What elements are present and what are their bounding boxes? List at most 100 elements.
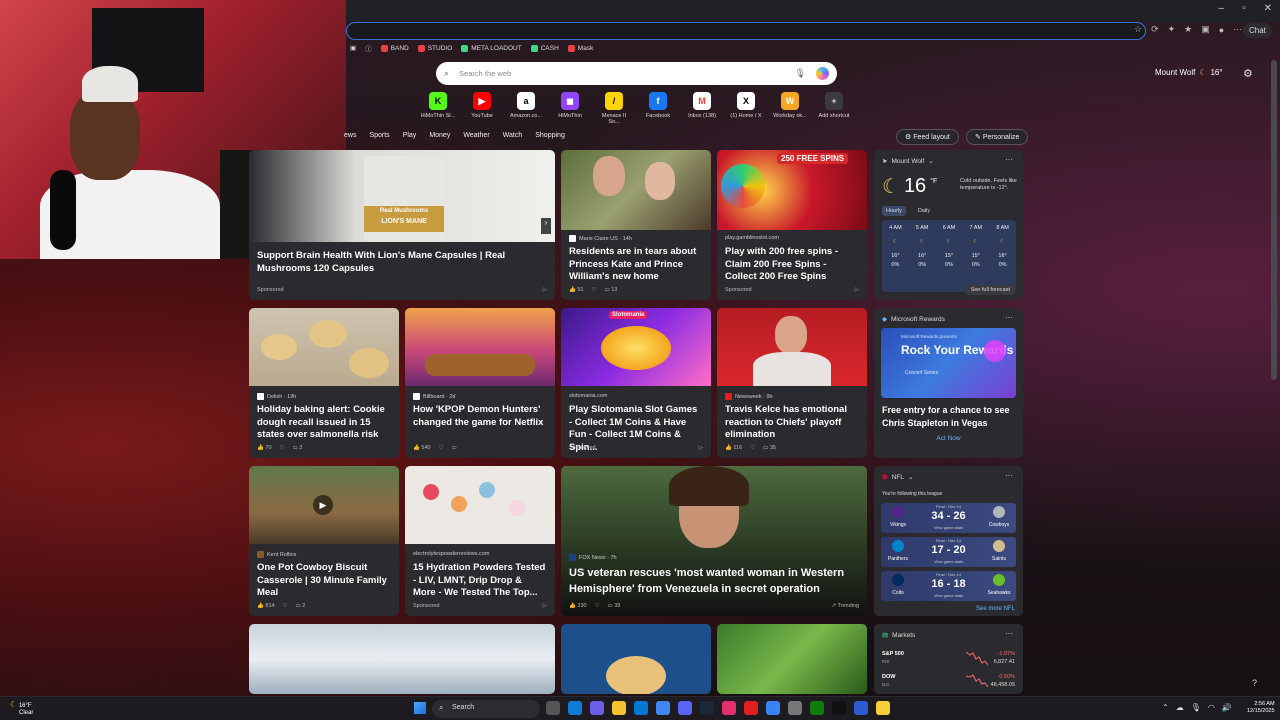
xbox-icon[interactable] xyxy=(810,701,824,715)
discord-icon[interactable] xyxy=(678,701,692,715)
rewards-widget[interactable]: ◆ Microsoft Rewards ⋯ Microsoft Rewards p… xyxy=(874,308,1023,458)
opera-icon[interactable] xyxy=(744,701,758,715)
mic-icon[interactable]: 🎙 xyxy=(1191,703,1201,712)
wifi-icon[interactable]: ◠ xyxy=(1208,703,1215,712)
edge-icon[interactable] xyxy=(568,701,582,715)
refresh-icon[interactable]: ⟳ xyxy=(1151,24,1159,35)
flag-icon[interactable]: ▷ xyxy=(543,287,547,293)
volume-icon[interactable]: 🔊 xyxy=(1222,703,1232,712)
settings-icon[interactable] xyxy=(788,701,802,715)
microphone-icon[interactable]: 🎙 xyxy=(795,68,806,79)
shortcut-item[interactable]: f Facebook xyxy=(640,92,676,125)
shortcut-item[interactable]: / Menace II So... xyxy=(596,92,632,125)
favorites-icon[interactable]: ★ xyxy=(1184,24,1192,35)
card-cowboy-casserole[interactable]: ▶ Kent Rollins One Pot Cowboy Biscuit Ca… xyxy=(249,466,399,616)
card-free-spins[interactable]: 250 FREE SPINS play.gamblinoslot.com Pla… xyxy=(717,150,867,300)
card-slotomania[interactable]: Slotomania slotomania.com Play Slotomani… xyxy=(561,308,711,458)
dislike-icon[interactable]: ♡ xyxy=(750,445,755,451)
bookmark-item[interactable]: META LOADOUT xyxy=(461,44,522,52)
flag-icon[interactable]: ▷ xyxy=(855,287,859,293)
cloud-icon[interactable]: ☁ xyxy=(1176,703,1184,712)
card-travis-kelce[interactable]: Newsweek · 9h Travis Kelce has emotional… xyxy=(717,308,867,458)
info-icon[interactable]: ⓘ xyxy=(365,43,372,53)
feed-layout-button[interactable]: ⚙ Feed layout xyxy=(896,129,959,145)
taskbar-search[interactable]: ⌕ Search xyxy=(432,700,540,718)
game-vikings-cowboys[interactable]: Final · Dec 14 34 - 26 View game stats V… xyxy=(881,503,1016,533)
web-search-box[interactable]: ⌕ Search the web 🎙 xyxy=(436,62,837,85)
dislike-icon[interactable]: ♡ xyxy=(280,445,285,451)
tab-daily[interactable]: Daily xyxy=(914,206,934,216)
help-icon[interactable]: ? xyxy=(1252,678,1257,688)
chevron-down-icon[interactable]: ⌄ xyxy=(928,157,933,165)
instagram-icon[interactable] xyxy=(722,701,736,715)
extensions-icon[interactable]: ✦ xyxy=(1168,24,1176,35)
more-options-icon[interactable]: ⋯ xyxy=(1005,155,1013,164)
shortcut-item[interactable]: X (1) Home / X xyxy=(728,92,764,125)
flag-icon[interactable]: ▷ xyxy=(543,603,547,609)
bookmark-item[interactable]: CASH xyxy=(530,44,559,52)
nav-item[interactable]: Sports xyxy=(369,132,389,139)
file-explorer-icon[interactable] xyxy=(612,701,626,715)
act-now-link[interactable]: Act Now xyxy=(874,435,1023,442)
like-icon[interactable]: 👍 70 xyxy=(257,445,272,451)
header-weather[interactable]: Mount Wolf ☾ 16° xyxy=(1155,68,1223,77)
nav-item[interactable]: Shopping xyxy=(535,132,565,139)
taskbar-clock[interactable]: 2:56 AM 12/15/2025 xyxy=(1247,701,1275,715)
collections-icon[interactable]: ▣ xyxy=(1201,24,1210,35)
card-kpop-demon-hunters[interactable]: Billboard · 2d How 'KPOP Demon Hunters' … xyxy=(405,308,555,458)
dislike-icon[interactable]: ♡ xyxy=(439,445,444,451)
more-options-icon[interactable]: ⋯ xyxy=(1005,629,1013,638)
obs-icon[interactable] xyxy=(854,701,868,715)
nfl-widget[interactable]: ⬢ NFL ⌄ ⋯ You're following this league Fin… xyxy=(874,466,1023,616)
copilot-chat-button[interactable]: Chat xyxy=(1243,23,1272,38)
shortcut-item[interactable]: a Amazon.co... xyxy=(508,92,544,125)
nav-item[interactable]: Play xyxy=(403,132,417,139)
chevron-down-icon[interactable]: ⌄ xyxy=(908,473,913,481)
profile-avatar-icon[interactable]: ● xyxy=(1219,25,1224,35)
bookmark-icon[interactable]: ▣ xyxy=(350,44,356,52)
settings-gear-icon[interactable]: ⚙ xyxy=(1243,67,1253,80)
comment-icon[interactable]: ▭ 3 xyxy=(292,445,302,451)
like-icon[interactable]: 👍 330 xyxy=(569,603,587,609)
store-icon[interactable] xyxy=(634,701,648,715)
copilot-icon[interactable] xyxy=(816,67,829,80)
copilot-icon[interactable] xyxy=(590,701,604,715)
shortcut-item[interactable]: ▶ YouTube xyxy=(464,92,500,125)
shortcut-item[interactable]: M Inbox (138) xyxy=(684,92,720,125)
card-water-slide[interactable] xyxy=(717,624,867,694)
nav-item[interactable]: ews xyxy=(344,132,356,139)
nav-item[interactable]: Money xyxy=(429,132,450,139)
market-row-sp500[interactable]: S&P 500 INX -1.07% 6,827.41 xyxy=(882,648,1015,670)
task-view-icon[interactable] xyxy=(546,701,560,715)
bookmark-item[interactable]: Mask xyxy=(567,44,593,52)
card-lions-mane[interactable]: Real Mushrooms LION'S MANE › Support Bra… xyxy=(249,150,555,300)
play-icon[interactable]: ▶ xyxy=(313,495,333,515)
battlenet-icon[interactable] xyxy=(766,701,780,715)
game-colts-seahawks[interactable]: Final · Dec 14 16 - 18 View game stats C… xyxy=(881,571,1016,601)
card-food-bowl[interactable] xyxy=(561,624,711,694)
bookmark-item[interactable]: STUDIO xyxy=(417,44,452,52)
game-panthers-saints[interactable]: Final · Dec 14 17 - 20 View game stats P… xyxy=(881,537,1016,567)
address-bar[interactable] xyxy=(346,22,1146,40)
search-placeholder[interactable]: Search the web xyxy=(459,69,795,78)
card-cookie-recall[interactable]: Delish · 19h Holiday baking alert: Cooki… xyxy=(249,308,399,458)
chrome-icon[interactable] xyxy=(656,701,670,715)
personalize-button[interactable]: ✎ Personalize xyxy=(966,129,1029,145)
more-options-icon[interactable]: ⋯ xyxy=(1005,313,1013,322)
comment-icon[interactable]: ▭ 2 xyxy=(296,603,306,609)
taskbar-weather[interactable]: ☾ 16°F Clear xyxy=(10,701,33,717)
shortcut-item[interactable]: ◼ HiMoThin xyxy=(552,92,588,125)
comment-icon[interactable]: ▭ 35 xyxy=(763,445,776,451)
like-icon[interactable]: 👍 91 xyxy=(569,287,584,293)
nav-item[interactable]: Weather xyxy=(463,132,489,139)
bookmark-item[interactable]: BAND xyxy=(380,44,409,52)
market-row-dow[interactable]: DOW DJI -0.50% 48,458.05 xyxy=(882,671,1015,693)
markets-widget[interactable]: ▤ Markets ⋯ S&P 500 INX -1.07% 6,827.41 D… xyxy=(874,624,1023,694)
like-icon[interactable]: 👍 814 xyxy=(257,603,275,609)
steam-icon[interactable] xyxy=(700,701,714,715)
card-hydration-powders[interactable]: electrolytespowderreviews.com 15 Hydrati… xyxy=(405,466,555,616)
dislike-icon[interactable]: ♡ xyxy=(592,287,597,293)
start-button-icon[interactable] xyxy=(414,702,426,714)
chevron-up-icon[interactable]: ⌃ xyxy=(1162,703,1169,712)
tab-hourly[interactable]: Hourly xyxy=(882,206,906,216)
